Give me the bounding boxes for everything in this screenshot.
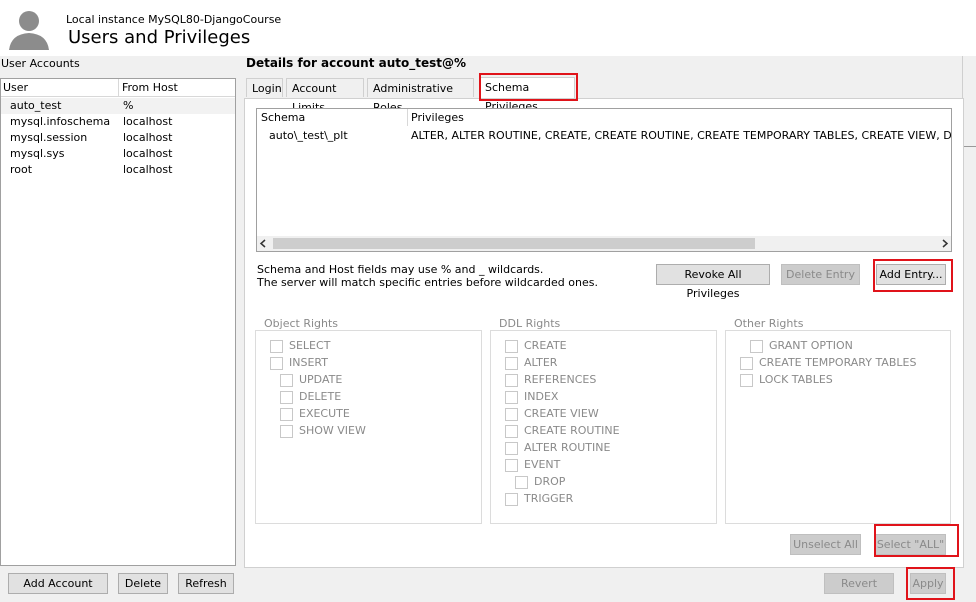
list-header: User From Host [1, 79, 235, 97]
scrollbar-thumb[interactable] [273, 238, 755, 249]
user-row[interactable]: root localhost [1, 162, 235, 178]
tab-account-limits[interactable]: Account Limits [286, 78, 364, 114]
user-host: localhost [123, 147, 173, 160]
note-line: The server will match specific entries b… [257, 276, 598, 289]
divider [964, 146, 976, 147]
user-row[interactable]: auto_test % [1, 98, 235, 114]
table-row[interactable]: auto\_test\_plt ALTER, ALTER ROUTINE, CR… [257, 128, 951, 144]
revoke-all-privileges-button[interactable]: Revoke All Privileges [656, 264, 770, 300]
table-header: Schema Privileges [257, 109, 951, 126]
other-rights-label: Other Rights [732, 317, 806, 330]
note-line: Schema and Host fields may use % and _ w… [257, 263, 544, 276]
user-host: % [123, 99, 134, 112]
schema-privileges-table[interactable]: Schema Privileges auto\_test\_plt ALTER,… [256, 108, 952, 252]
user-avatar-icon [9, 11, 49, 50]
object-rights-label: Object Rights [262, 317, 341, 330]
user-name: mysql.infoschema [10, 115, 111, 128]
user-host: localhost [123, 163, 173, 176]
user-row[interactable]: mysql.session localhost [1, 130, 235, 146]
highlight-box [873, 259, 953, 292]
user-name: mysql.session [10, 131, 88, 144]
column-header-privileges[interactable]: Privileges [411, 111, 464, 124]
user-accounts-label: User Accounts [1, 57, 80, 70]
tab-login[interactable]: Login [246, 78, 283, 97]
user-name: auto_test [10, 99, 62, 112]
scroll-right-icon[interactable] [940, 239, 949, 248]
user-row[interactable]: mysql.infoschema localhost [1, 114, 235, 130]
user-name: mysql.sys [10, 147, 65, 160]
details-title: Details for account auto_test@% [246, 56, 467, 70]
refresh-button[interactable]: Refresh [178, 573, 234, 594]
highlight-box [874, 524, 959, 557]
column-header-schema[interactable]: Schema [261, 111, 305, 124]
highlight-box [906, 567, 955, 600]
scroll-left-icon[interactable] [259, 239, 268, 248]
unselect-all-button[interactable]: Unselect All [790, 534, 861, 555]
revert-button[interactable]: Revert [824, 573, 894, 594]
wildcard-note: Schema and Host fields may use % and _ w… [257, 263, 598, 289]
ddl-rights-label: DDL Rights [497, 317, 563, 330]
horizontal-scrollbar[interactable] [257, 236, 951, 251]
tab-administrative-roles[interactable]: Administrative Roles [367, 78, 474, 114]
user-host: localhost [123, 131, 173, 144]
user-name: root [10, 163, 33, 176]
schema-name: auto\_test\_plt [269, 129, 348, 142]
privileges-list: ALTER, ALTER ROUTINE, CREATE, CREATE ROU… [411, 129, 951, 142]
column-header-user[interactable]: User [3, 81, 28, 94]
delete-entry-button[interactable]: Delete Entry [781, 264, 860, 285]
delete-account-button[interactable]: Delete [118, 573, 168, 594]
page-title: Users and Privileges [68, 27, 251, 48]
user-row[interactable]: mysql.sys localhost [1, 146, 235, 162]
column-header-host[interactable]: From Host [122, 81, 178, 94]
user-accounts-list[interactable]: User From Host auto_test % mysql.infosch… [0, 78, 236, 566]
user-host: localhost [123, 115, 173, 128]
highlight-box [479, 73, 578, 101]
add-account-button[interactable]: Add Account [8, 573, 108, 594]
instance-name: Local instance MySQL80-DjangoCourse [66, 13, 282, 26]
